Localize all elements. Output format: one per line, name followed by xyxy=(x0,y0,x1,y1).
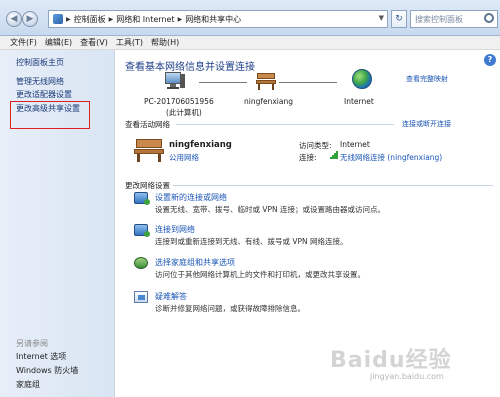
bench-network-icon[interactable] xyxy=(134,138,164,162)
watermark-url: jingyan.baidu.com xyxy=(370,372,444,381)
change-settings-heading: 更改网络设置 xyxy=(125,181,170,190)
sidebar-item-adapter-settings[interactable]: 更改适配器设置 xyxy=(16,89,72,100)
back-button[interactable]: ◀ xyxy=(6,11,22,27)
task-link[interactable]: 连接到网络 xyxy=(155,224,195,235)
sidebar: 控制面板主页 管理无线网络 更改适配器设置 更改高级共享设置 另请参阅 Inte… xyxy=(0,50,115,397)
sidebar-item-manage-wireless[interactable]: 管理无线网络 xyxy=(16,76,64,87)
menu-file[interactable]: 文件(F) xyxy=(10,37,37,48)
active-network-name: ningfenxiang xyxy=(169,140,232,150)
search-input[interactable]: 搜索控制面板 xyxy=(410,10,498,28)
sidebar-item-homegroup[interactable]: 家庭组 xyxy=(16,379,40,390)
network-setup-icon xyxy=(134,192,150,205)
troubleshoot-icon xyxy=(134,291,148,303)
breadcrumb-control-panel[interactable]: 控制面板 xyxy=(74,14,106,25)
task-link[interactable]: 选择家庭组和共享选项 xyxy=(155,257,235,268)
page-title: 查看基本网络信息并设置连接 xyxy=(125,62,255,73)
connect-network-icon xyxy=(134,224,150,237)
map-connector xyxy=(199,82,247,83)
pc-sub-label: (此计算机) xyxy=(166,108,202,117)
wifi-signal-icon xyxy=(330,151,338,159)
divider xyxy=(173,185,493,186)
access-type-label: 访问类型: xyxy=(299,141,332,150)
network-name-label: ningfenxiang xyxy=(244,97,293,106)
pc-name-label: PC-201706051956 xyxy=(144,97,214,106)
chevron-right-icon[interactable]: ▶ xyxy=(178,16,183,23)
search-icon[interactable] xyxy=(484,13,494,23)
chevron-right-icon[interactable]: ▶ xyxy=(109,16,114,23)
task-description: 诊断并修复网络问题，或获得故障排除信息。 xyxy=(155,304,305,313)
breadcrumb-network-center[interactable]: 网络和共享中心 xyxy=(185,14,241,25)
connection-label: 连接: xyxy=(299,153,317,162)
help-icon[interactable]: ? xyxy=(484,54,496,66)
task-description: 连接到或重新连接到无线、有线、拨号或 VPN 网络连接。 xyxy=(155,237,348,246)
bench-network-icon[interactable] xyxy=(256,72,276,90)
network-type-link[interactable]: 公用网络 xyxy=(169,152,199,163)
menu-view[interactable]: 查看(V) xyxy=(80,37,108,48)
computer-icon xyxy=(165,72,185,90)
title-bar: ◀ ▶ ▶ 控制面板 ▶ 网络和 Internet ▶ 网络和共享中心 ▼ ↻ … xyxy=(0,0,500,36)
watermark: Baidu经验 xyxy=(330,348,452,373)
highlight-box xyxy=(10,101,90,129)
menu-edit[interactable]: 编辑(E) xyxy=(45,37,72,48)
sidebar-item-home[interactable]: 控制面板主页 xyxy=(16,57,64,68)
menu-help[interactable]: 帮助(H) xyxy=(151,37,179,48)
task-link[interactable]: 设置新的连接或网络 xyxy=(155,192,227,203)
sidebar-item-firewall[interactable]: Windows 防火墙 xyxy=(16,365,78,376)
task-link[interactable]: 疑难解答 xyxy=(155,291,187,302)
chevron-right-icon: ▶ xyxy=(66,15,71,23)
search-placeholder: 搜索控制面板 xyxy=(415,15,463,24)
map-connector xyxy=(279,82,337,83)
connect-disconnect-link[interactable]: 连接或断开连接 xyxy=(402,119,451,129)
internet-label: Internet xyxy=(344,97,374,106)
access-type-value: Internet xyxy=(340,140,370,149)
connection-link[interactable]: 无线网络连接 (ningfenxiang) xyxy=(340,152,442,163)
menu-tools[interactable]: 工具(T) xyxy=(116,37,143,48)
homegroup-icon xyxy=(134,257,148,269)
control-panel-icon xyxy=(53,14,63,24)
address-bar[interactable]: ▶ 控制面板 ▶ 网络和 Internet ▶ 网络和共享中心 ▼ xyxy=(48,10,388,28)
internet-globe-icon[interactable] xyxy=(352,69,372,89)
active-networks-heading: 查看活动网络 xyxy=(125,120,170,129)
see-also-heading: 另请参阅 xyxy=(16,339,48,348)
breadcrumb-network-internet[interactable]: 网络和 Internet xyxy=(116,14,174,25)
sidebar-item-internet-options[interactable]: Internet 选项 xyxy=(16,351,66,362)
full-map-link[interactable]: 查看完整映射 xyxy=(406,74,448,84)
divider xyxy=(176,124,394,125)
forward-button[interactable]: ▶ xyxy=(22,11,38,27)
menu-bar: 文件(F) 编辑(E) 查看(V) 工具(T) 帮助(H) xyxy=(0,36,500,50)
refresh-button[interactable]: ↻ xyxy=(391,10,407,28)
chevron-down-icon[interactable]: ▼ xyxy=(379,14,384,22)
task-description: 设置无线、宽带、拨号、临时或 VPN 连接；或设置路由器或访问点。 xyxy=(155,205,386,214)
task-description: 访问位于其他网络计算机上的文件和打印机，或更改共享设置。 xyxy=(155,270,365,279)
